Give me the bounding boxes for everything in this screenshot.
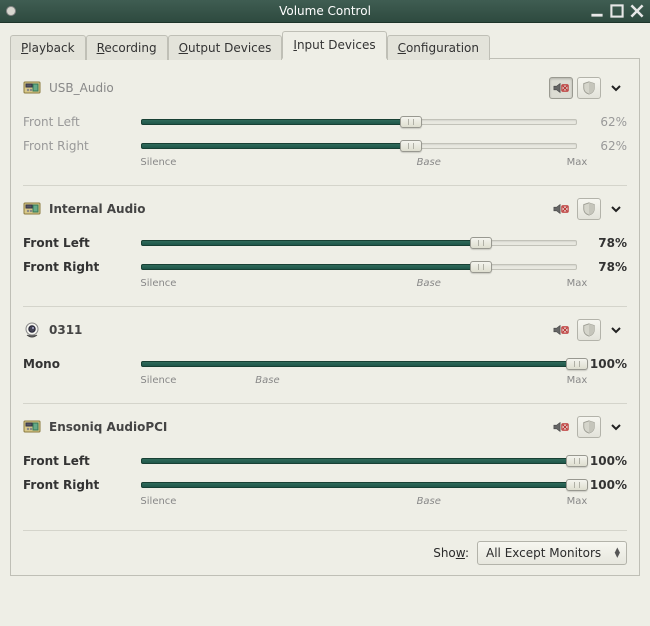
channel-label: Front Left [23,236,141,250]
volume-slider[interactable] [141,476,577,494]
window-maximize-button[interactable] [610,4,624,18]
tab-output-devices[interactable]: Output Devices [168,35,283,60]
expand-toggle[interactable] [605,319,627,341]
webcam-icon [23,321,41,339]
channel-row: Mono100% [23,351,627,375]
mute-button[interactable] [549,319,573,341]
tab-configuration[interactable]: Configuration [387,35,490,60]
default-fallback-button[interactable] [577,416,601,438]
scale-row: Silence Base Max [23,375,627,395]
scale-base: Base [417,496,441,507]
scale-silence: Silence [140,375,176,386]
channel-row: Front Left 62% [23,109,627,133]
scale-base: Base [417,157,441,168]
mute-button[interactable] [549,416,573,438]
device-name: Ensoniq AudioPCI [49,420,541,434]
channel-label: Mono [23,357,141,371]
tabs: PlaybackRecordingOutput DevicesInput Dev… [10,33,640,59]
device-name: 0311 [49,323,541,337]
window-minimize-button[interactable] [590,4,604,18]
show-label: Show: [433,546,469,560]
show-value: All Except Monitors [486,546,601,560]
default-fallback-button[interactable] [577,77,601,99]
channel-label: Front Right [23,478,141,492]
channel-percent: 78% [577,260,627,274]
device-0311: 0311 Mono100%Silence Base Max [23,306,627,403]
channel-percent: 62% [577,115,627,129]
channel-label: Front Right [23,139,141,153]
volume-slider[interactable] [141,452,577,470]
mute-button[interactable] [549,77,573,99]
device-name: USB_Audio [49,81,541,95]
soundcard-icon [23,200,41,218]
soundcard-icon [23,79,41,97]
scale-row: Silence Base Max [23,278,627,298]
scale-max: Max [567,375,588,386]
mute-button[interactable] [549,198,573,220]
scale-max: Max [567,278,588,289]
scale-base: Base [417,278,441,289]
expand-toggle[interactable] [605,198,627,220]
channel-row: Front Right 78% [23,254,627,278]
combobox-spinner-icon: ▲▼ [615,548,620,558]
volume-slider[interactable] [141,258,577,276]
devices-panel: USB_Audio Front Left 62% Front Right 62% Sile… [23,73,627,524]
show-combobox[interactable]: All Except Monitors ▲▼ [477,541,627,565]
tab-input-devices[interactable]: Input Devices [282,31,386,59]
device-usb-audio: USB_Audio Front Left 62% Front Right 62% Sile… [23,73,627,185]
window-close-button[interactable] [630,4,644,18]
volume-slider[interactable] [141,113,577,131]
channel-percent: 62% [577,139,627,153]
soundcard-icon [23,418,41,436]
channel-row: Front Left100% [23,448,627,472]
channel-row: Front Left 78% [23,230,627,254]
volume-slider[interactable] [141,355,577,373]
expand-toggle[interactable] [605,416,627,438]
default-fallback-button[interactable] [577,198,601,220]
channel-row: Front Right100% [23,472,627,496]
channel-percent: 78% [577,236,627,250]
scale-silence: Silence [140,157,176,168]
device-internal-audio: Internal Audio Front Left 78% Front Right 78… [23,185,627,306]
scale-max: Max [567,496,588,507]
channel-label: Front Left [23,115,141,129]
window-title: Volume Control [279,4,371,18]
titlebar-appmenu[interactable] [6,6,16,16]
scale-row: Silence Base Max [23,496,627,516]
scale-silence: Silence [140,278,176,289]
default-fallback-button[interactable] [577,319,601,341]
expand-toggle[interactable] [605,77,627,99]
channel-label: Front Left [23,454,141,468]
volume-slider[interactable] [141,234,577,252]
scale-max: Max [567,157,588,168]
tab-playback[interactable]: Playback [10,35,86,60]
tab-recording[interactable]: Recording [86,35,168,60]
device-ensoniq-audiopci: Ensoniq AudioPCIFront Left100%Front Righ… [23,403,627,524]
device-name: Internal Audio [49,202,541,216]
scale-row: Silence Base Max [23,157,627,177]
scale-silence: Silence [140,496,176,507]
scale-base: Base [255,375,279,386]
volume-slider[interactable] [141,137,577,155]
channel-label: Front Right [23,260,141,274]
channel-row: Front Right 62% [23,133,627,157]
